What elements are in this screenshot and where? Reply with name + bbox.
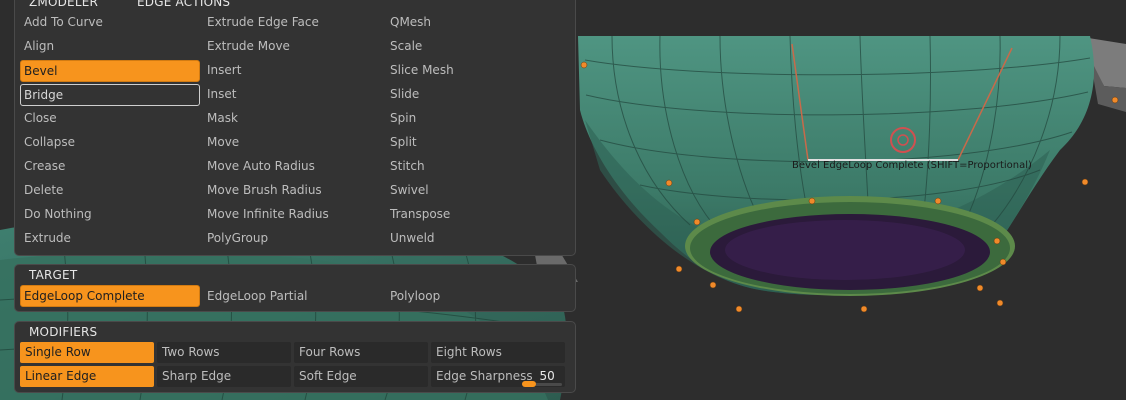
action-split[interactable]: Split [386,131,566,153]
edge-sharpness-knob[interactable] [522,381,536,387]
action-extrude-move[interactable]: Extrude Move [203,35,383,57]
action-insert[interactable]: Insert [203,59,383,81]
action-move-brush-radius[interactable]: Move Brush Radius [203,179,383,201]
action-mask[interactable]: Mask [203,107,383,129]
target-polyloop[interactable]: Polyloop [386,285,566,307]
action-crease[interactable]: Crease [20,155,200,177]
modifiers-title: MODIFIERS [29,325,98,339]
action-inset[interactable]: Inset [203,83,383,105]
action-slide[interactable]: Slide [386,83,566,105]
action-do-nothing[interactable]: Do Nothing [20,203,200,225]
action-align[interactable]: Align [20,35,200,57]
modifier-two-rows[interactable]: Two Rows [157,342,291,363]
edge-sharpness-value: 50 [539,369,555,383]
target-edgeloop-partial[interactable]: EdgeLoop Partial [203,285,383,307]
action-transpose[interactable]: Transpose [386,203,566,225]
action-scale[interactable]: Scale [386,35,566,57]
action-add-to-curve[interactable]: Add To Curve [20,11,200,33]
action-move-auto-radius[interactable]: Move Auto Radius [203,155,383,177]
action-extrude[interactable]: Extrude [20,227,200,249]
modifier-sharp-edge[interactable]: Sharp Edge [157,366,291,387]
edge-sharpness-label: Edge Sharpness [436,369,533,383]
action-close[interactable]: Close [20,107,200,129]
action-delete[interactable]: Delete [20,179,200,201]
modifier-soft-edge[interactable]: Soft Edge [294,366,428,387]
action-move[interactable]: Move [203,131,383,153]
tooltip-text: Bevel EdgeLoop Complete (SHIFT=Proportio… [792,160,1032,171]
action-slice-mesh[interactable]: Slice Mesh [386,59,566,81]
action-unweld[interactable]: Unweld [386,227,566,249]
modifier-eight-rows[interactable]: Eight Rows [431,342,565,363]
action-stitch[interactable]: Stitch [386,155,566,177]
action-qmesh[interactable]: QMesh [386,11,566,33]
action-move-infinite-radius[interactable]: Move Infinite Radius [203,203,383,225]
modifier-single-row[interactable]: Single Row [20,342,154,363]
modifier-linear-edge[interactable]: Linear Edge [20,366,154,387]
action-collapse[interactable]: Collapse [20,131,200,153]
target-edgeloop-complete[interactable]: EdgeLoop Complete [20,285,200,307]
action-swivel[interactable]: Swivel [386,179,566,201]
action-extrude-edge-face[interactable]: Extrude Edge Face [203,11,383,33]
modifier-four-rows[interactable]: Four Rows [294,342,428,363]
action-bridge[interactable]: Bridge [20,84,200,106]
action-bevel[interactable]: Bevel [20,60,200,82]
edge-actions-title: EDGE ACTIONS [137,0,231,9]
target-title: TARGET [29,268,78,282]
action-polygroup[interactable]: PolyGroup [203,227,383,249]
action-spin[interactable]: Spin [386,107,566,129]
zmodeler-title: ZMODELER [29,0,99,9]
